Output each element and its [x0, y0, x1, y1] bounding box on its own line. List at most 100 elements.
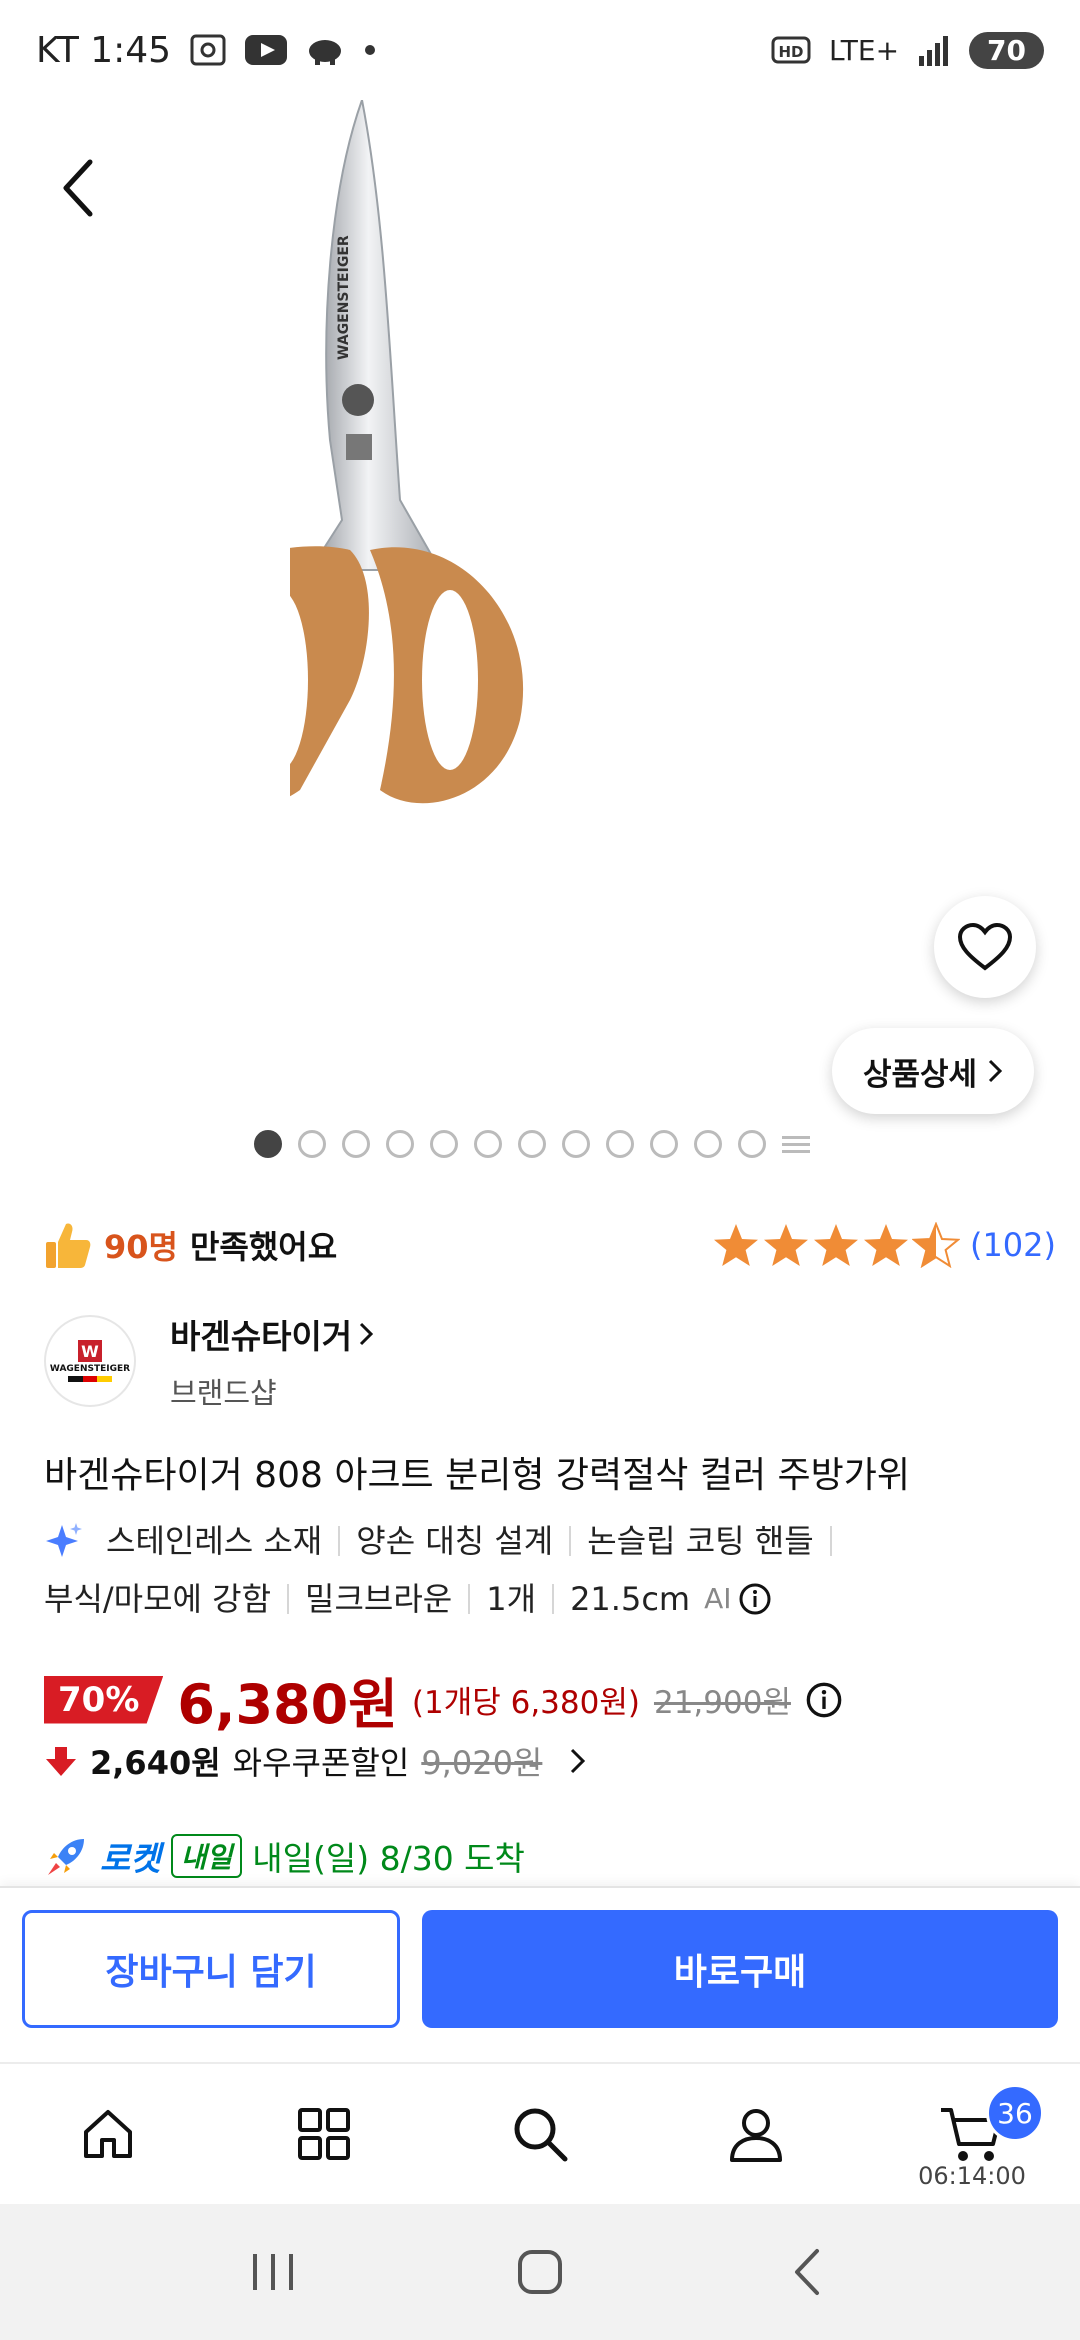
brand-name: 바겐슈타이거: [170, 1317, 353, 1356]
chevron-right-icon: [988, 1059, 1003, 1083]
back-arrow-icon: [794, 2249, 819, 2295]
svg-text:WAGENSTEIGER: WAGENSTEIGER: [336, 235, 352, 360]
german-flag-icon: [68, 1376, 113, 1382]
nav-my-account[interactable]: [648, 2064, 864, 2204]
star-icon: [713, 1224, 758, 1266]
divider: [468, 1584, 471, 1614]
product-detail-label: 상품상세: [862, 1056, 978, 1093]
hd-icon: HD: [771, 35, 811, 65]
page-dot[interactable]: [518, 1130, 546, 1158]
system-back-button[interactable]: [767, 2232, 847, 2312]
attribute: 1개: [486, 1580, 537, 1618]
back-button[interactable]: [48, 148, 108, 228]
nav-categories[interactable]: [216, 2064, 432, 2204]
more-images-icon[interactable]: [782, 1130, 810, 1158]
piggy-bank-icon: [305, 35, 345, 65]
rating-stars[interactable]: (102): [712, 1222, 1056, 1268]
brand-row[interactable]: W WAGENSTEIGER 바겐슈타이거 브랜드샵: [44, 1310, 374, 1412]
ai-label: AI: [704, 1582, 732, 1615]
nav-cart[interactable]: 36 06:14:00: [864, 2064, 1080, 2204]
network-type: LTE+: [829, 33, 900, 67]
chevron-right-icon: [360, 1322, 374, 1346]
image-pagination: [254, 1130, 810, 1158]
half-star-icon: [911, 1222, 960, 1268]
page-dot[interactable]: [562, 1130, 590, 1158]
original-price: 21,900원: [653, 1685, 791, 1721]
page-dot[interactable]: [474, 1130, 502, 1158]
discount-badge: 70%: [44, 1675, 164, 1724]
chevron-left-icon: [63, 159, 93, 217]
chevron-right-icon: [571, 1748, 586, 1774]
attribute-line: 부식/마모에 강함 밀크브라운 1개 21.5cm AI: [44, 1570, 1044, 1628]
coupon-price: 2,640원: [90, 1744, 221, 1782]
page-dot[interactable]: [694, 1130, 722, 1158]
search-icon: [514, 2108, 568, 2162]
rocket-icon: [48, 1839, 84, 1875]
brand-logo[interactable]: W WAGENSTEIGER: [44, 1315, 136, 1407]
nav-home[interactable]: [0, 2064, 216, 2204]
attribute: 밀크브라운: [305, 1580, 453, 1618]
brand-shop-label: 브랜드샵: [170, 1376, 277, 1410]
recent-apps-icon: [253, 2254, 294, 2290]
divider: [829, 1526, 832, 1556]
carrier-time: KT 1:45: [36, 29, 172, 71]
coupon-label: 와우쿠폰할인: [232, 1744, 410, 1782]
heart-icon: [957, 922, 1013, 971]
bottom-navigation: 36 06:14:00: [0, 2062, 1080, 2204]
star-icon: [813, 1224, 858, 1266]
page-dot[interactable]: [430, 1130, 458, 1158]
attribute: 21.5cm: [570, 1580, 691, 1618]
satisfaction-summary: 90명 만족했어요: [44, 1220, 337, 1270]
down-arrow-icon: [46, 1747, 76, 1776]
purchase-action-bar: 장바구니 담기 바로구매: [0, 1886, 1080, 2062]
brand-logo-mark: W: [78, 1340, 102, 1362]
attribute: 스테인레스 소재: [106, 1522, 323, 1560]
home-icon: [84, 2110, 132, 2158]
attribute-line: 스테인레스 소재 양손 대칭 설계 논슬립 코팅 핸들: [44, 1512, 1044, 1570]
satisfied-text: 만족했어요: [189, 1228, 338, 1266]
sparkle-icon: [46, 1523, 82, 1557]
youtube-icon: [245, 35, 288, 65]
product-title: 바겐슈타이거 808 아크트 분리형 강력절삭 컬러 주방가위: [44, 1455, 911, 1496]
product-attributes: 스테인레스 소재 양손 대칭 설계 논슬립 코팅 핸들 부식/마모에 강함 밀크…: [44, 1512, 1044, 1628]
buy-now-button[interactable]: 바로구매: [422, 1910, 1058, 2028]
wishlist-button[interactable]: [934, 896, 1036, 998]
delivery-row: 로켓 내일 내일(일) 8/30 도착: [44, 1832, 525, 1880]
notification-dot-icon: [363, 43, 377, 57]
review-count[interactable]: (102): [970, 1226, 1056, 1264]
divider: [287, 1584, 290, 1614]
product-image-gallery[interactable]: WAGENSTEIGER 상품상세: [0, 100, 1080, 1190]
screenshot-icon: [189, 32, 227, 68]
product-detail-button[interactable]: 상품상세: [832, 1028, 1034, 1114]
add-to-cart-button[interactable]: 장바구니 담기: [22, 1910, 400, 2028]
price-row: 70% 6,380원 (1개당 6,380원) 21,900원: [44, 1660, 843, 1739]
cart-timer: 06:14:00: [918, 2162, 1026, 2190]
home-circle-icon: [517, 2250, 562, 2294]
signal-icon: [917, 34, 951, 66]
rocket-label: 로켓: [100, 1839, 161, 1878]
status-bar: KT 1:45 HD LTE+ 70: [0, 0, 1080, 100]
page-dot[interactable]: [650, 1130, 678, 1158]
delivery-date: 내일(일) 8/30 도착: [252, 1839, 525, 1878]
user-icon: [730, 2109, 782, 2162]
page-dot[interactable]: [606, 1130, 634, 1158]
page-dot[interactable]: [254, 1130, 282, 1158]
info-icon[interactable]: [805, 1681, 843, 1719]
attribute: 논슬립 코팅 핸들: [587, 1522, 814, 1560]
recent-apps-button[interactable]: [233, 2232, 313, 2312]
info-icon: [739, 1583, 770, 1615]
ai-info[interactable]: AI: [704, 1570, 771, 1628]
nav-search[interactable]: [432, 2064, 648, 2204]
coupon-original-price: 9,020원: [421, 1744, 543, 1782]
page-dot[interactable]: [738, 1130, 766, 1158]
page-dot[interactable]: [342, 1130, 370, 1158]
rating-row: 90명 만족했어요 (102): [44, 1210, 1056, 1280]
coupon-row[interactable]: 2,640원 와우쿠폰할인 9,020원: [44, 1738, 588, 1784]
star-icon: [863, 1224, 908, 1266]
unit-price: (1개당 6,380원): [411, 1685, 640, 1721]
page-dot[interactable]: [386, 1130, 414, 1158]
home-system-button[interactable]: [500, 2232, 580, 2312]
page-dot[interactable]: [298, 1130, 326, 1158]
brand-name-link[interactable]: 바겐슈타이거: [170, 1310, 374, 1358]
tomorrow-badge: 내일: [170, 1834, 243, 1878]
